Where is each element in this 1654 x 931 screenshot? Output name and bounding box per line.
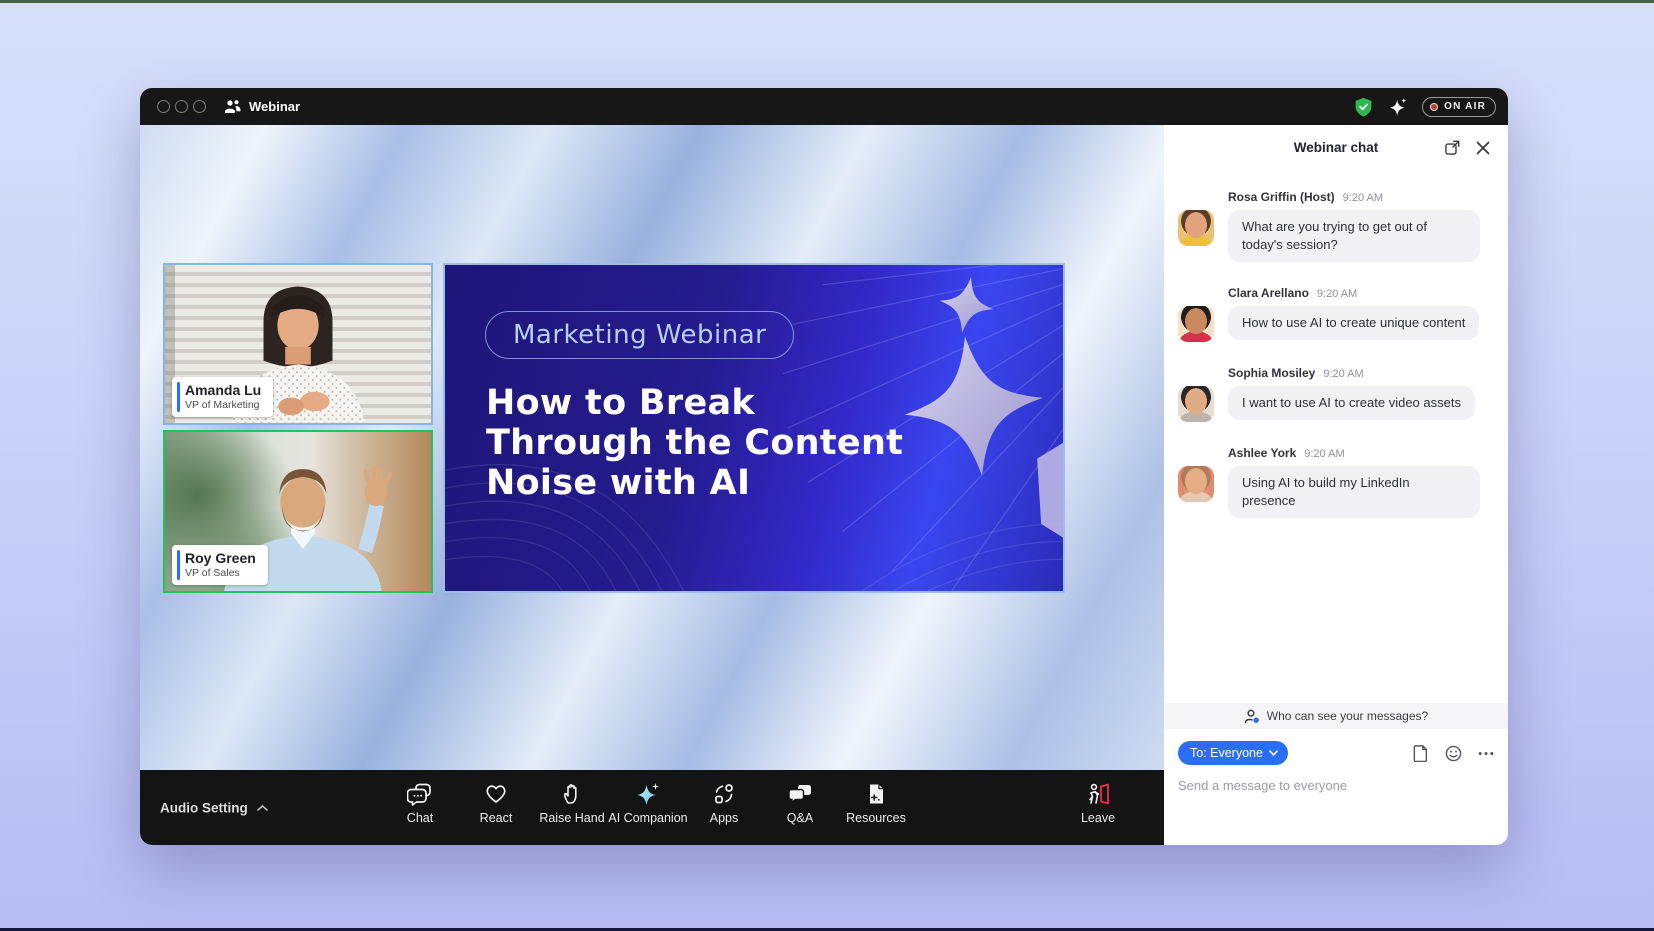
slide-badge: Marketing Webinar [485, 311, 794, 359]
message-author: Sophia Mosiley [1228, 366, 1315, 380]
slide-heading-line: Through the Content [486, 423, 903, 463]
message-time: 9:20 AM [1343, 192, 1383, 204]
slide-heading-line: Noise with AI [486, 463, 903, 503]
chat-message-input[interactable]: Send a message to everyone [1178, 778, 1494, 793]
window-title: Webinar [249, 99, 300, 114]
video-tile-amanda[interactable]: Amanda Lu VP of Marketing [163, 263, 433, 425]
window-controls [157, 100, 206, 113]
chat-message: Ashlee York 9:20 AM Using AI to build my… [1178, 446, 1490, 518]
toolbar-resources-button[interactable]: Resources [838, 782, 914, 825]
toolbar-ai-companion-label: AI Companion [608, 811, 687, 825]
titlebar: Webinar ON AIR [140, 88, 1508, 125]
avatar-sophia-mosiley [1178, 386, 1214, 422]
toolbar-ai-companion-button[interactable]: AI Companion [610, 782, 686, 825]
message-time: 9:20 AM [1323, 368, 1363, 380]
speaker-name: Amanda Lu [185, 382, 261, 399]
toolbar-chat-button[interactable]: Chat [382, 782, 458, 825]
chevron-up-icon [257, 804, 268, 811]
slide-heading-line: How to Break [486, 383, 903, 423]
heart-icon [484, 782, 508, 806]
security-shield-icon[interactable] [1353, 96, 1374, 118]
emoji-icon[interactable] [1445, 745, 1462, 762]
toolbar-leave-button[interactable]: Leave [1066, 782, 1130, 825]
resources-icon [864, 782, 888, 806]
chat-icon [407, 782, 433, 806]
on-air-badge: ON AIR [1422, 97, 1496, 117]
app-identity: Webinar [224, 99, 300, 114]
apps-icon [712, 782, 736, 806]
chat-message: Clara Arellano 9:20 AM How to use AI to … [1178, 286, 1490, 342]
webinar-chat-panel: Webinar chat Rosa Griffin (Host) 9:20 AM [1164, 125, 1508, 845]
message-author: Clara Arellano [1228, 286, 1309, 300]
chat-compose-area: To: Everyone [1164, 729, 1508, 793]
speaker-role: VP of Sales [185, 567, 256, 580]
chat-message: Sophia Mosiley 9:20 AM I want to use AI … [1178, 366, 1490, 422]
chat-message: Rosa Griffin (Host) 9:20 AM What are you… [1178, 190, 1490, 262]
speaker-name: Roy Green [185, 550, 256, 567]
recipient-selector[interactable]: To: Everyone [1178, 741, 1288, 765]
qa-icon [788, 782, 813, 806]
toolbar-raise-hand-button[interactable]: Raise Hand [534, 782, 610, 825]
avatar-rosa-griffin [1178, 210, 1214, 246]
toolbar-react-button[interactable]: React [458, 782, 534, 825]
toolbar-apps-button[interactable]: Apps [686, 782, 762, 825]
audio-setting-button[interactable]: Audio Setting [160, 800, 268, 815]
toolbar-qa-label: Q&A [787, 811, 813, 825]
chevron-down-icon [1269, 750, 1278, 756]
nameplate-roy: Roy Green VP of Sales [172, 545, 268, 585]
toolbar-chat-label: Chat [407, 811, 433, 825]
titlebar-right: ON AIR [1353, 96, 1496, 118]
on-air-label: ON AIR [1444, 101, 1486, 112]
audio-setting-label: Audio Setting [160, 800, 248, 815]
message-bubble: What are you trying to get out of today'… [1228, 210, 1480, 262]
message-time: 9:20 AM [1304, 448, 1344, 460]
message-author: Ashlee York [1228, 446, 1296, 460]
avatar-clara-arellano [1178, 306, 1214, 342]
meeting-toolbar: Audio Setting Chat [140, 770, 1164, 845]
toolbar-react-label: React [480, 811, 513, 825]
toolbar-raise-hand-label: Raise Hand [539, 811, 604, 825]
on-air-dot [1430, 103, 1438, 111]
message-bubble: I want to use AI to create video assets [1228, 386, 1475, 420]
privacy-note-label: Who can see your messages? [1267, 709, 1428, 723]
toolbar-center-group: Chat React Raise Hand [382, 782, 914, 825]
chat-privacy-bar[interactable]: Who can see your messages? [1164, 703, 1508, 729]
message-author: Rosa Griffin (Host) [1228, 190, 1335, 204]
chat-panel-title: Webinar chat [1294, 140, 1379, 155]
webinar-window: Webinar ON AIR [140, 88, 1508, 845]
ai-sparkle-icon[interactable] [1388, 96, 1408, 117]
window-minimize-button[interactable] [175, 100, 188, 113]
backdrop-edge-top [0, 0, 1654, 3]
window-maximize-button[interactable] [193, 100, 206, 113]
ai-companion-icon [635, 782, 661, 806]
speaker-role: VP of Marketing [185, 399, 261, 412]
video-tile-roy-active-speaker[interactable]: Roy Green VP of Sales [163, 430, 433, 593]
toolbar-resources-label: Resources [846, 811, 906, 825]
person-visibility-icon [1244, 709, 1260, 724]
recipient-selector-label: To: Everyone [1190, 746, 1263, 760]
video-stage: Amanda Lu VP of Marketing Roy Gree [140, 125, 1164, 845]
leave-icon [1085, 782, 1111, 806]
close-icon[interactable] [1476, 141, 1490, 155]
toolbar-apps-label: Apps [710, 811, 739, 825]
more-options-icon[interactable] [1478, 751, 1494, 756]
nameplate-amanda: Amanda Lu VP of Marketing [172, 377, 273, 417]
slide-heading: How to Break Through the Content Noise w… [486, 383, 903, 503]
message-bubble: How to use AI to create unique content [1228, 306, 1479, 340]
message-time: 9:20 AM [1317, 288, 1357, 300]
chat-message-list[interactable]: Rosa Griffin (Host) 9:20 AM What are you… [1164, 170, 1508, 703]
participants-icon [224, 99, 241, 114]
attach-file-icon[interactable] [1413, 744, 1429, 762]
message-bubble: Using AI to build my LinkedIn presence [1228, 466, 1480, 518]
chat-header: Webinar chat [1164, 125, 1508, 170]
window-close-button[interactable] [157, 100, 170, 113]
pop-out-icon[interactable] [1444, 139, 1461, 156]
shared-slide: Marketing Webinar How to Break Through t… [443, 263, 1065, 593]
raise-hand-icon [560, 782, 584, 806]
avatar-ashlee-york [1178, 466, 1214, 502]
toolbar-leave-label: Leave [1081, 811, 1115, 825]
toolbar-qa-button[interactable]: Q&A [762, 782, 838, 825]
